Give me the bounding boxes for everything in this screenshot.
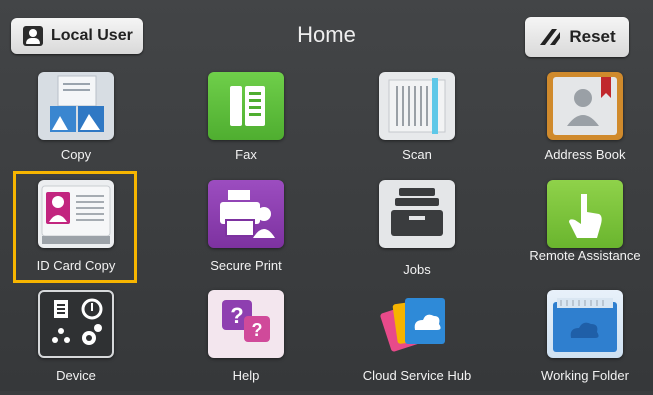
id-card-icon <box>38 180 114 248</box>
app-label: Remote Assistance <box>529 248 641 263</box>
scan-icon <box>379 72 455 140</box>
fax-icon <box>208 72 284 140</box>
app-fax[interactable]: Fax <box>186 72 306 177</box>
app-label: ID Card Copy <box>36 258 116 273</box>
app-label: Help <box>232 368 260 383</box>
address-book-icon <box>547 72 623 140</box>
app-help[interactable]: ? ? Help <box>186 290 306 395</box>
app-scan[interactable]: Scan <box>357 72 477 177</box>
app-copy[interactable]: Copy <box>16 72 136 177</box>
cloud-service-hub-icon <box>379 290 455 358</box>
app-cloud-service-hub[interactable]: Cloud Service Hub <box>357 290 477 395</box>
reset-button[interactable]: Reset <box>525 17 629 57</box>
svg-text:?: ? <box>252 320 263 340</box>
jobs-icon <box>379 180 455 248</box>
app-label: Address Book <box>544 147 626 162</box>
svg-text:?: ? <box>230 303 243 328</box>
app-working-folder[interactable]: Working Folder <box>525 290 645 395</box>
working-folder-icon <box>547 290 623 358</box>
app-id-card-copy[interactable]: ID Card Copy <box>16 180 136 285</box>
app-label: Jobs <box>403 262 431 277</box>
header: Local User Home Reset <box>0 0 653 70</box>
copy-icon <box>38 72 114 140</box>
reset-icon <box>540 29 561 45</box>
help-icon: ? ? <box>208 290 284 358</box>
app-device[interactable]: Device <box>16 290 136 395</box>
home-screen: Local User Home Reset Copy Fax Scan Addr… <box>0 0 653 391</box>
reset-label: Reset <box>569 27 616 46</box>
app-label: Scan <box>402 147 432 162</box>
app-jobs[interactable]: Jobs <box>357 180 477 285</box>
app-label: Secure Print <box>210 258 282 273</box>
device-icon <box>38 290 114 358</box>
app-label: Copy <box>60 147 92 162</box>
app-label: Cloud Service Hub <box>362 368 472 383</box>
app-label: Fax <box>235 147 257 162</box>
remote-assistance-icon <box>547 180 623 248</box>
app-secure-print[interactable]: Secure Print <box>186 180 306 285</box>
app-label: Device <box>56 368 96 383</box>
secure-print-icon <box>208 180 284 248</box>
app-label: Working Folder <box>541 368 629 383</box>
app-remote-assistance[interactable]: Remote Assistance <box>525 180 645 285</box>
app-address-book[interactable]: Address Book <box>525 72 645 177</box>
